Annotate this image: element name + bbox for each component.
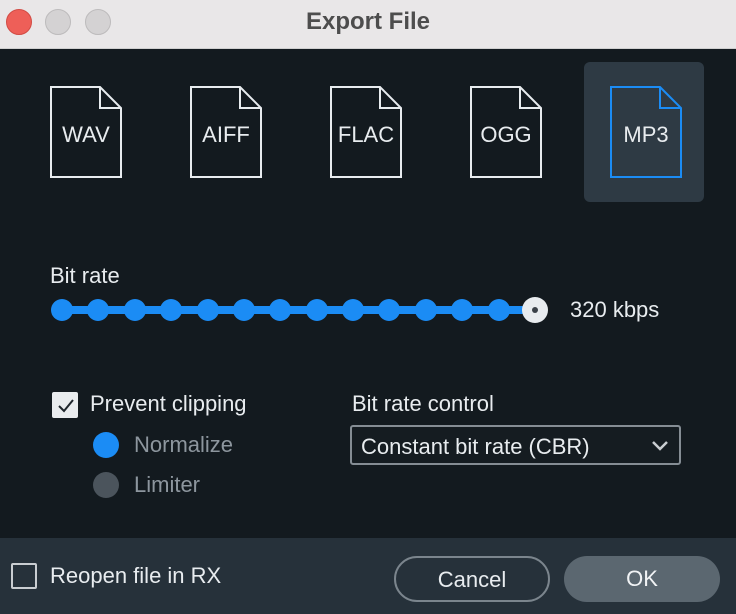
format-label: MP3 [623, 122, 669, 147]
prevent-clipping-label: Prevent clipping [90, 391, 247, 416]
slider-step[interactable] [87, 299, 110, 321]
title-bar: Export File [0, 0, 736, 49]
slider-step[interactable] [451, 299, 474, 321]
window-title: Export File [305, 8, 431, 35]
slider-step[interactable] [232, 299, 255, 321]
limiter-radio[interactable] [93, 472, 119, 498]
bitrate-control-select[interactable]: Constant bit rate (CBR) [350, 425, 681, 465]
prevent-clipping-checkbox[interactable] [52, 392, 78, 418]
bitrate-control-value: Constant bit rate (CBR) [361, 434, 590, 459]
bitrate-control-label: Bit rate control [352, 391, 494, 416]
slider-step[interactable] [160, 299, 183, 321]
slider-step[interactable] [487, 299, 510, 321]
slider-step[interactable] [342, 299, 365, 321]
cancel-button[interactable]: Cancel [394, 556, 550, 602]
slider-step[interactable] [196, 299, 219, 321]
checkmark-icon [58, 399, 74, 413]
slider-thumb[interactable] [522, 297, 548, 323]
reopen-file-label: Reopen file in RX [50, 563, 222, 588]
slider-step[interactable] [269, 299, 292, 321]
slider-step[interactable] [51, 299, 73, 321]
format-picker: WAV AIFF FLAC OGG MP3 [0, 62, 736, 202]
format-label: WAV [62, 122, 110, 147]
slider-step[interactable] [414, 299, 437, 321]
ok-button[interactable]: OK [564, 556, 720, 602]
reopen-file-checkbox[interactable] [11, 563, 37, 589]
format-label: OGG [480, 122, 532, 147]
slider-step[interactable] [378, 299, 401, 321]
slider-step[interactable] [305, 299, 328, 321]
format-wav[interactable]: WAV [24, 62, 144, 202]
normalize-label: Normalize [134, 432, 234, 457]
format-aiff[interactable]: AIFF [164, 62, 284, 202]
normalize-radio[interactable] [93, 432, 119, 458]
format-label: AIFF [202, 122, 250, 147]
format-label: FLAC [337, 122, 395, 147]
slider-step[interactable] [123, 299, 146, 321]
bitrate-value: 320 kbps [570, 297, 660, 322]
bitrate-label: Bit rate [50, 263, 120, 288]
format-mp3[interactable]: MP3 [584, 62, 704, 202]
bitrate-slider[interactable] [50, 296, 548, 324]
limiter-label: Limiter [134, 472, 201, 497]
format-flac[interactable]: FLAC [304, 62, 424, 202]
dialog-footer: Reopen file in RX Cancel OK [0, 538, 736, 614]
chevron-down-icon [652, 441, 668, 451]
format-ogg[interactable]: OGG [444, 62, 564, 202]
